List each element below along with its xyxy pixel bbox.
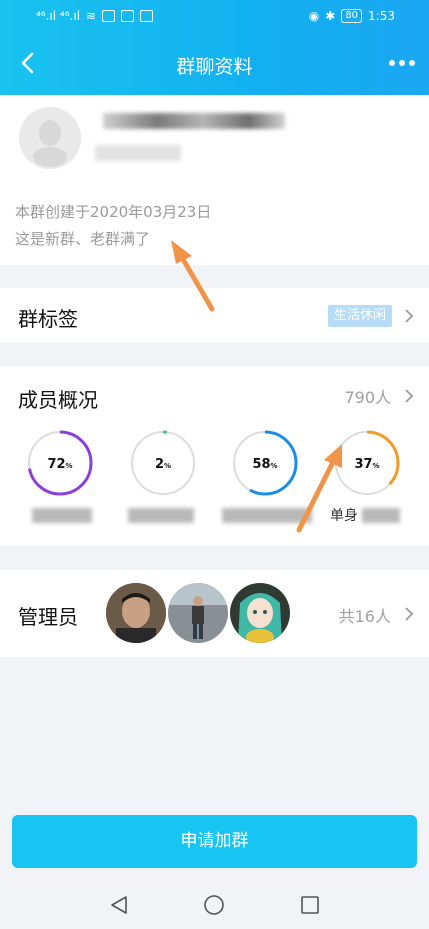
member-stat-value: 72 (47, 457, 65, 472)
group-id-redacted (95, 145, 181, 161)
page-title: 群聊资料 (176, 56, 253, 78)
nav-bar: 群聊资料 (0, 40, 429, 90)
group-created-date: 本群创建于2020年03月23日 (15, 203, 212, 221)
group-description: 这是新群、老群满了 (15, 230, 151, 248)
status-left: ⁴⁶.ıl ⁴⁶.ıl ≋ (36, 9, 154, 23)
member-stat-label-prefix: 单身 (330, 508, 358, 524)
member-count: 790人 (344, 388, 391, 407)
group-tags-label: 群标签 (18, 307, 78, 331)
system-nav-bar (0, 878, 429, 929)
battery-icon: 80 (341, 9, 363, 23)
status-bar: ⁴⁶.ıl ⁴⁶.ıl ≋ ◉ ✱ 80 1:53 (0, 0, 429, 34)
status-time: 1:53 (368, 9, 395, 23)
svg-text:2%: 2% (155, 457, 171, 472)
chevron-right-icon (405, 389, 414, 403)
app-notification-icon (102, 10, 116, 22)
admin-avatar-image (106, 583, 166, 643)
wifi-icon: ≋ (86, 9, 97, 23)
admin-count: 共16人 (338, 607, 391, 626)
member-stat-unit: % (373, 462, 380, 470)
top-bar: ⁴⁶.ıl ⁴⁶.ıl ≋ ◉ ✱ 80 1:53 群聊资料 (0, 0, 429, 95)
admin-avatar[interactable] (230, 583, 290, 643)
member-stat-ring: 58% (232, 430, 298, 496)
more-icon (389, 60, 415, 66)
nav-home-icon[interactable] (203, 894, 225, 916)
play-icon (140, 10, 154, 22)
member-stat-value: 37 (354, 457, 372, 472)
members-overview-card[interactable]: 成员概况 790人 72% 2% 58% 37% 单身 (0, 366, 429, 546)
bluetooth-icon: ✱ (325, 9, 336, 23)
group-name-redacted (103, 113, 285, 129)
member-stat-unit: % (66, 462, 73, 470)
admins-row[interactable]: 管理员 共16人 (0, 570, 429, 657)
nav-back-icon[interactable] (108, 894, 130, 916)
group-profile-card: 本群创建于2020年03月23日 这是新群、老群满了 (0, 95, 429, 265)
svg-text:37%: 37% (354, 457, 379, 472)
admins-label: 管理员 (18, 605, 78, 629)
eye-icon: ◉ (308, 9, 320, 23)
signal-icon: ⁴⁶.ıl ⁴⁶.ıl (36, 9, 81, 23)
member-stat-label-redacted (222, 508, 312, 523)
admin-avatar[interactable] (106, 583, 166, 643)
svg-text:72%: 72% (47, 457, 72, 472)
nav-recents-icon[interactable] (299, 894, 321, 916)
member-stat-ring: 2% (130, 430, 196, 496)
members-overview-label: 成员概况 (18, 388, 98, 412)
app-notification-icon (121, 10, 135, 22)
default-avatar-icon (19, 107, 81, 169)
admin-avatar-image (230, 583, 290, 643)
admin-avatar[interactable] (168, 583, 228, 643)
member-stat-unit: % (164, 462, 171, 470)
group-avatar[interactable] (19, 107, 81, 169)
member-stat-unit: % (271, 462, 278, 470)
apply-join-group-button[interactable]: 申请加群 (12, 815, 417, 868)
group-tags-row[interactable]: 群标签 生活休闲 (0, 288, 429, 343)
chevron-right-icon (405, 607, 414, 621)
svg-text:58%: 58% (252, 457, 277, 472)
status-right: ◉ ✱ 80 1:53 (309, 9, 395, 23)
more-options-button[interactable] (387, 50, 417, 76)
admin-avatar-image (168, 583, 228, 643)
member-stat-label-redacted (362, 508, 400, 523)
member-stat-ring: 72% (27, 430, 93, 496)
chevron-right-icon (405, 309, 414, 323)
member-stat-label-redacted (128, 508, 194, 523)
member-stat-ring: 37% (334, 430, 400, 496)
member-stat-label-redacted (32, 508, 92, 523)
member-stat-value: 58 (252, 457, 270, 472)
member-stat-value: 2 (155, 457, 164, 472)
group-tag-badge: 生活休闲 (327, 305, 392, 327)
